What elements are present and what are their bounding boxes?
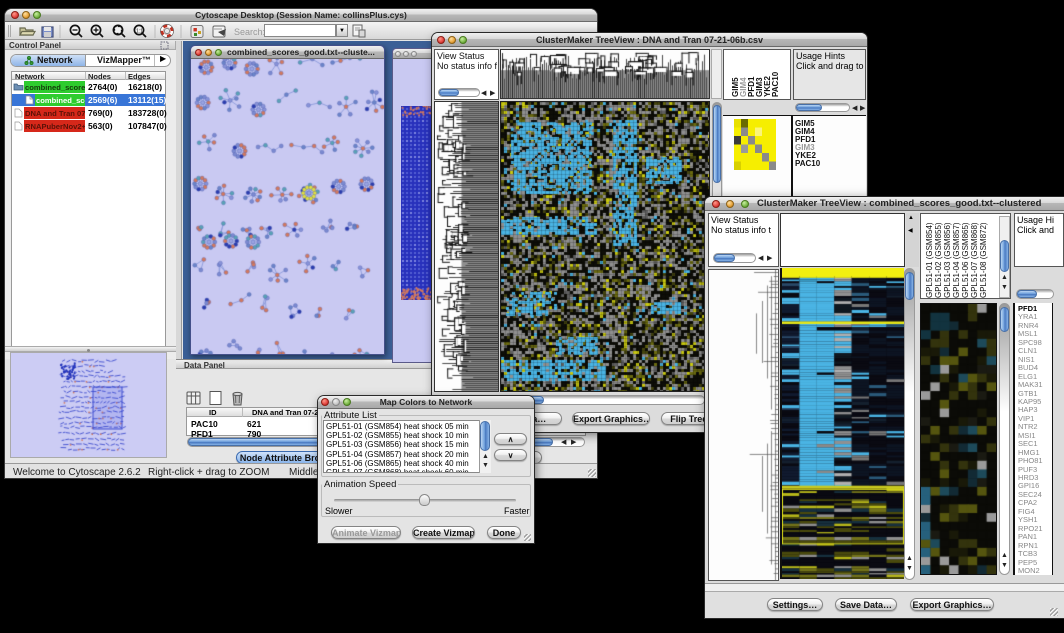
svg-text:1:1: 1:1 [136, 29, 143, 35]
